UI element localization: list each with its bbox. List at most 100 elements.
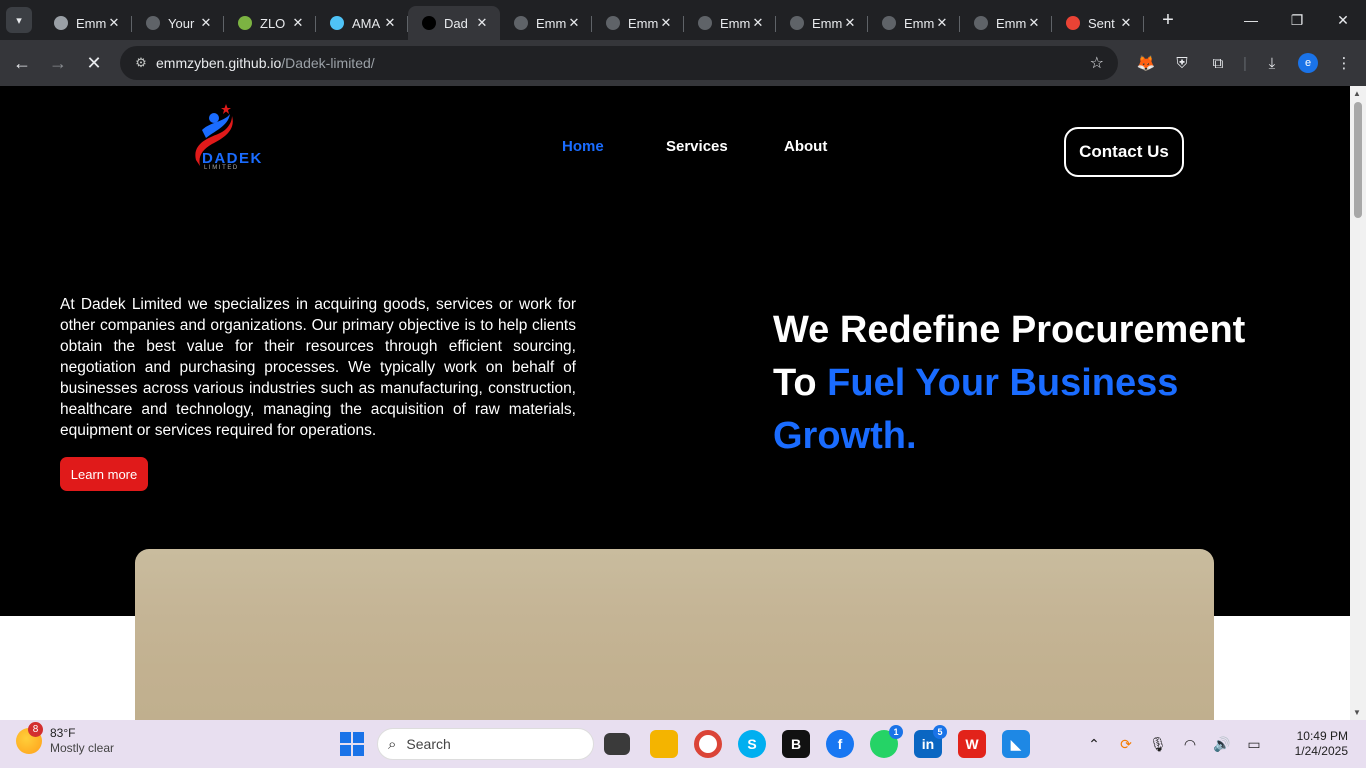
weather-sun-icon: 8 (16, 722, 43, 754)
tab-title: Emm (904, 15, 934, 31)
tab-close-icon[interactable]: ✕ (750, 15, 766, 31)
chevron-down-icon: ▾ (16, 14, 22, 27)
tab-close-icon[interactable]: ✕ (566, 15, 582, 31)
scrollbar-thumb[interactable] (1354, 102, 1362, 218)
scroll-down-icon[interactable]: ▼ (1353, 708, 1361, 717)
tab-title: Emm (720, 15, 750, 31)
tab-close-icon[interactable]: ✕ (106, 15, 122, 31)
wifi-icon[interactable]: ◠ (1174, 736, 1206, 753)
new-tab-button[interactable]: + (1154, 9, 1182, 32)
tab-separator (1143, 16, 1144, 32)
browser-tab[interactable]: Emm ✕ (868, 6, 960, 40)
hero-section: DADEK LIMITED Home Services About Contac… (0, 86, 1350, 616)
menu-kebab-icon[interactable]: ⋮ (1326, 45, 1362, 81)
clock-date: 1/24/2025 (1294, 744, 1348, 758)
volume-icon[interactable]: 🔊 (1206, 736, 1238, 753)
windows-start-icon[interactable] (340, 732, 364, 756)
battery-icon[interactable]: ▭ (1238, 736, 1270, 753)
browser-tab[interactable]: Dad ✕ (408, 6, 500, 40)
address-bar[interactable]: ⚙ emmzyben.github.io/Dadek-limited/ ☆ (120, 46, 1118, 80)
browser-tab[interactable]: Emm ✕ (40, 6, 132, 40)
tab-title: Emm (812, 15, 842, 31)
whatsapp-badge: 1 (889, 725, 903, 739)
browser-tab[interactable]: Emm ✕ (776, 6, 868, 40)
show-hidden-icons-icon[interactable]: ⌃ (1078, 736, 1110, 753)
browser-tab[interactable]: Sent ✕ (1052, 6, 1144, 40)
nav-home[interactable]: Home (562, 138, 604, 155)
bitwarden-icon[interactable]: B (782, 730, 810, 758)
toolbar-divider: | (1243, 54, 1247, 72)
wps-office-icon[interactable]: W (958, 730, 986, 758)
forward-button[interactable]: → (40, 45, 76, 81)
minimize-button[interactable]: — (1228, 0, 1274, 40)
browser-tab[interactable]: ZLO ✕ (224, 6, 316, 40)
task-view-icon[interactable] (604, 733, 630, 755)
windows-taskbar: 8 83°F Mostly clear ⌕ Search S B f 1 in … (0, 720, 1366, 768)
tab-favicon-icon (146, 16, 160, 30)
learn-more-button[interactable]: Learn more (60, 457, 148, 491)
taskbar-search[interactable]: ⌕ Search (377, 728, 594, 760)
tab-title: Your (168, 15, 195, 31)
tab-close-icon[interactable]: ✕ (382, 15, 398, 31)
tab-favicon-icon (790, 16, 804, 30)
browser-toolbar: ← → ✕ ⚙ emmzyben.github.io/Dadek-limited… (0, 40, 1366, 86)
puzzle-extensions-icon[interactable]: ⧉ (1200, 45, 1236, 81)
vscode-icon[interactable]: ◣ (1002, 730, 1030, 758)
tab-close-icon[interactable]: ✕ (1118, 15, 1134, 31)
metamask-extension-icon[interactable]: 🦊 (1128, 45, 1164, 81)
shield-extension-icon[interactable]: ⛨ (1164, 45, 1200, 81)
arrow-left-icon: ← (13, 52, 31, 73)
tab-title: Emm (996, 15, 1026, 31)
tab-favicon-icon (606, 16, 620, 30)
bookmark-star-icon[interactable]: ☆ (1090, 53, 1104, 73)
tab-close-icon[interactable]: ✕ (1026, 15, 1042, 31)
weather-widget[interactable]: 8 83°F Mostly clear (16, 722, 114, 756)
profile-avatar[interactable]: e (1298, 53, 1318, 73)
contact-us-button[interactable]: Contact Us (1064, 127, 1184, 177)
nav-services[interactable]: Services (666, 138, 728, 155)
tab-favicon-icon (1066, 16, 1080, 30)
whatsapp-icon[interactable]: 1 (870, 725, 903, 758)
browser-tab[interactable]: Emm ✕ (500, 6, 592, 40)
browser-tab[interactable]: AMA ✕ (316, 6, 408, 40)
nav-about[interactable]: About (784, 138, 827, 155)
file-explorer-icon[interactable] (650, 730, 678, 758)
linkedin-icon[interactable]: in 5 (914, 725, 947, 758)
browser-tab[interactable]: Your ✕ (132, 6, 224, 40)
scroll-up-icon[interactable]: ▲ (1353, 89, 1361, 98)
tab-close-icon[interactable]: ✕ (658, 15, 674, 31)
browser-tab[interactable]: Emm ✕ (592, 6, 684, 40)
tab-close-icon[interactable]: ✕ (198, 15, 214, 31)
browser-tab[interactable]: Emm ✕ (960, 6, 1052, 40)
browser-tab[interactable]: Emm ✕ (684, 6, 776, 40)
tab-title: Emm (628, 15, 658, 31)
facebook-icon[interactable]: f (826, 730, 854, 758)
close-window-button[interactable]: ✕ (1320, 0, 1366, 40)
sync-icon[interactable]: ⟳ (1110, 736, 1142, 753)
chrome-icon[interactable] (694, 730, 722, 758)
skype-icon[interactable]: S (738, 730, 766, 758)
weather-badge: 8 (28, 722, 43, 737)
intro-paragraph: At Dadek Limited we specializes in acqui… (60, 296, 576, 439)
tab-close-icon[interactable]: ✕ (842, 15, 858, 31)
back-button[interactable]: ← (4, 45, 40, 81)
tab-title: AMA (352, 15, 381, 31)
hero-image (135, 549, 1214, 720)
url-text: emmzyben.github.io/Dadek-limited/ (156, 55, 375, 71)
url-host: emmzyben.github.io (156, 55, 282, 71)
microphone-icon[interactable]: 🎙 (1142, 736, 1174, 753)
clock-time: 10:49 PM (1296, 729, 1348, 743)
tab-close-icon[interactable]: ✕ (290, 15, 306, 31)
taskbar-clock[interactable]: 10:49 PM 1/24/2025 (1295, 729, 1348, 759)
page-scrollbar[interactable]: ▲ ▼ (1350, 86, 1366, 720)
weather-temp: 83°F (50, 726, 76, 740)
restore-button[interactable]: ❐ (1274, 0, 1320, 40)
download-icon[interactable]: ⤓ (1254, 45, 1290, 81)
stop-loading-button[interactable]: ✕ (76, 45, 112, 81)
linkedin-badge: 5 (933, 725, 947, 739)
tab-close-icon[interactable]: ✕ (474, 15, 490, 31)
browser-tab-bar: ▾ Emm ✕ Your ✕ ZLO ✕ AMA ✕ Dad ✕ Emm ✕ Emm ✕ Emm ✕ Emm ✕ E… (0, 0, 1366, 40)
tab-search-button[interactable]: ▾ (6, 7, 32, 33)
site-info-icon[interactable]: ⚙ (126, 55, 156, 71)
tab-close-icon[interactable]: ✕ (934, 15, 950, 31)
